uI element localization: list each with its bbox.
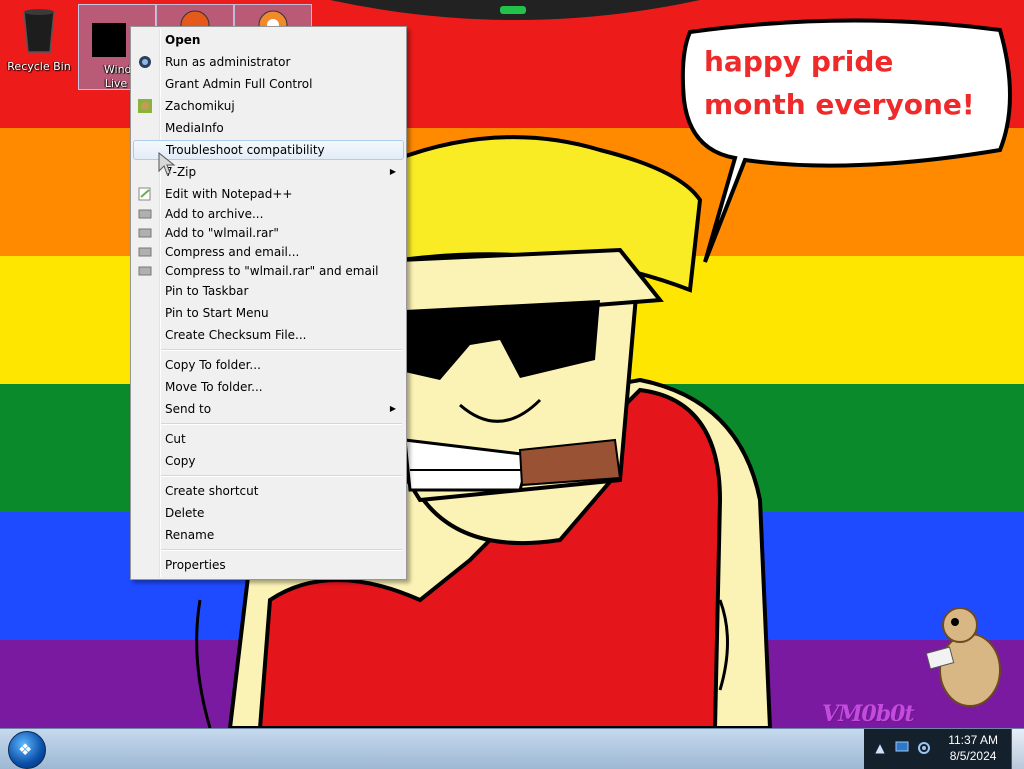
menu-item-label: Edit with Notepad++ bbox=[165, 187, 293, 201]
submenu-arrow-icon: ▶ bbox=[389, 167, 396, 176]
menu-item-cut[interactable]: Cut bbox=[133, 429, 404, 449]
vm-watermark: VM0b0t bbox=[822, 701, 915, 727]
windows-live-mail-icon bbox=[92, 23, 126, 57]
menu-item-mediainfo[interactable]: MediaInfo bbox=[133, 118, 404, 138]
menu-item-grant-admin-full-control[interactable]: Grant Admin Full Control bbox=[133, 74, 404, 94]
menu-item-pin-to-taskbar[interactable]: Pin to Taskbar bbox=[133, 281, 404, 301]
chomikuj-icon bbox=[138, 99, 152, 113]
menu-separator bbox=[161, 549, 402, 551]
menu-item-label: Compress and email... bbox=[165, 245, 300, 259]
start-button[interactable]: ❖ bbox=[8, 731, 46, 769]
menu-item-run-as-administrator[interactable]: Run as administrator bbox=[133, 52, 404, 72]
menu-item-label: Open bbox=[165, 33, 201, 47]
menu-item-label: Compress to "wlmail.rar" and email bbox=[165, 264, 379, 278]
rar-icon bbox=[138, 226, 152, 240]
menu-item-label: Pin to Taskbar bbox=[165, 284, 249, 298]
menu-item-label: Create Checksum File... bbox=[165, 328, 307, 342]
mouse-cursor-icon bbox=[158, 152, 176, 175]
menu-item-label: Create shortcut bbox=[165, 484, 259, 498]
clock-date: 8/5/2024 bbox=[949, 749, 997, 763]
shield-icon bbox=[138, 55, 152, 69]
context-menu: Open Run as administrator Grant Admin Fu… bbox=[130, 26, 407, 580]
menu-item-add-to-archive[interactable]: Add to archive... bbox=[133, 204, 404, 224]
menu-item-open[interactable]: Open bbox=[133, 30, 404, 50]
menu-item-label: Add to archive... bbox=[165, 207, 264, 221]
rar-icon bbox=[138, 245, 152, 259]
menu-item-label: Cut bbox=[165, 432, 186, 446]
menu-item-rename[interactable]: Rename bbox=[133, 525, 404, 545]
rar-icon bbox=[138, 264, 152, 278]
system-clock[interactable]: 11:37 AM 8/5/2024 bbox=[948, 732, 998, 764]
menu-item-label: Move To folder... bbox=[165, 380, 263, 394]
menu-item-label: Pin to Start Menu bbox=[165, 306, 269, 320]
menu-item-label: Copy bbox=[165, 454, 196, 468]
menu-separator bbox=[161, 349, 402, 351]
menu-item-properties[interactable]: Properties bbox=[133, 555, 404, 575]
desktop-icon-recycle-bin[interactable]: Recycle Bin bbox=[3, 4, 75, 74]
menu-item-add-to-wlmail-rar[interactable]: Add to "wlmail.rar" bbox=[133, 223, 404, 243]
volume-icon[interactable] bbox=[916, 741, 932, 755]
network-icon[interactable] bbox=[894, 741, 910, 755]
rar-icon bbox=[138, 207, 152, 221]
menu-item-create-shortcut[interactable]: Create shortcut bbox=[133, 481, 404, 501]
menu-item-copy[interactable]: Copy bbox=[133, 451, 404, 471]
menu-item-delete[interactable]: Delete bbox=[133, 503, 404, 523]
menu-item-label: Send to bbox=[165, 402, 212, 416]
menu-item-label: Properties bbox=[165, 558, 226, 572]
menu-item-label: Rename bbox=[165, 528, 215, 542]
menu-item-compress-and-email[interactable]: Compress and email... bbox=[133, 242, 404, 262]
menu-item-label: Copy To folder... bbox=[165, 358, 261, 372]
menu-item-move-to-folder[interactable]: Move To folder... bbox=[133, 377, 404, 397]
menu-item-label: Run as administrator bbox=[165, 55, 291, 69]
menu-separator bbox=[161, 423, 402, 425]
menu-item-compress-to-wlmail-rar-and-email[interactable]: Compress to "wlmail.rar" and email bbox=[133, 261, 404, 281]
recycle-bin-label: Recycle Bin bbox=[7, 60, 71, 73]
speech-bubble-text: happy pride month everyone! bbox=[704, 45, 975, 121]
menu-item-label: Zachomikuj bbox=[165, 99, 235, 113]
taskbar: ❖ ▲ 11:37 AM 8/5/2024 bbox=[0, 728, 1024, 769]
menu-item-label: MediaInfo bbox=[165, 121, 224, 135]
recycle-bin-icon bbox=[23, 9, 55, 53]
notepad-icon bbox=[138, 187, 152, 201]
menu-item-send-to[interactable]: Send to ▶ bbox=[133, 399, 404, 419]
menu-item-label: Delete bbox=[165, 506, 205, 520]
menu-item-create-checksum-file[interactable]: Create Checksum File... bbox=[133, 325, 404, 345]
menu-item-edit-with-notepad[interactable]: Edit with Notepad++ bbox=[133, 184, 404, 204]
menu-item-label: Troubleshoot compatibility bbox=[166, 143, 325, 157]
menu-item-label: Grant Admin Full Control bbox=[165, 77, 313, 91]
show-desktop-button[interactable] bbox=[1011, 729, 1024, 769]
menu-item-pin-to-start-menu[interactable]: Pin to Start Menu bbox=[133, 303, 404, 323]
windows-logo-icon: ❖ bbox=[18, 740, 33, 759]
menu-item-copy-to-folder[interactable]: Copy To folder... bbox=[133, 355, 404, 375]
notification-area: ▲ 11:37 AM 8/5/2024 bbox=[864, 729, 1024, 769]
menu-item-label: Add to "wlmail.rar" bbox=[165, 226, 279, 240]
menu-separator bbox=[161, 475, 402, 477]
submenu-arrow-icon: ▶ bbox=[389, 404, 396, 413]
tray-expand-icon[interactable]: ▲ bbox=[872, 741, 888, 755]
clock-time: 11:37 AM bbox=[948, 733, 998, 747]
menu-item-zachomikuj[interactable]: Zachomikuj bbox=[133, 96, 404, 116]
